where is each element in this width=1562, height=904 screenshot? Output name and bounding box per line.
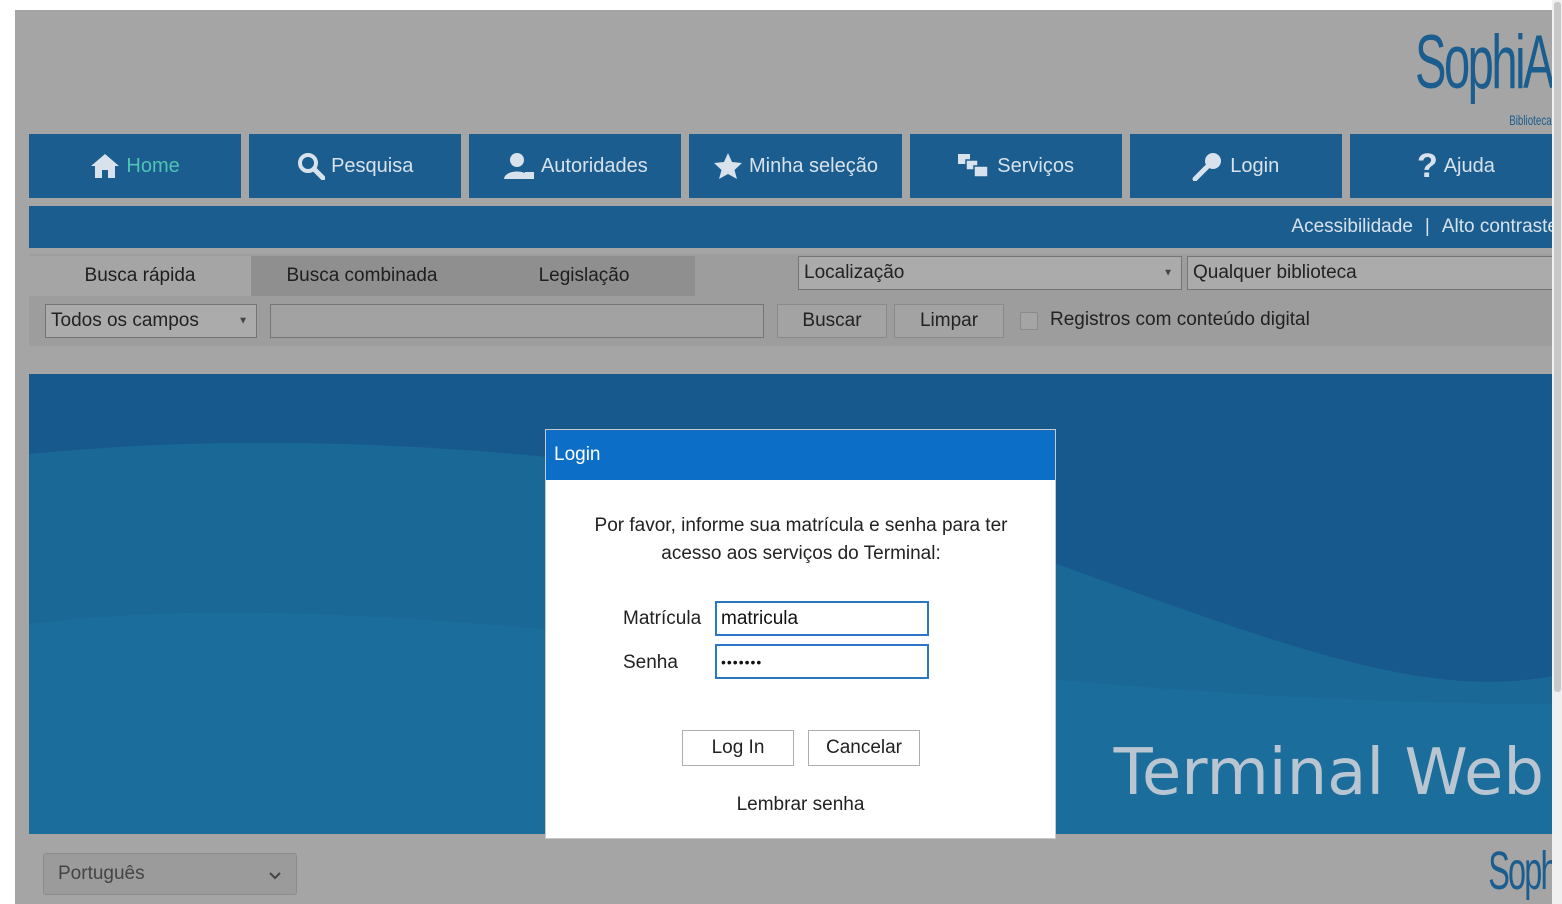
cancel-button[interactable]: Cancelar [808,730,920,766]
tab-legislacao[interactable]: Legislação [473,256,695,296]
dialog-title: Login [546,430,1055,480]
language-select-value: Português [58,863,145,884]
login-button[interactable]: Log In [682,730,794,766]
footer-logo: Sophi [1488,841,1562,901]
language-select[interactable]: Português [43,853,297,895]
star-icon [713,152,743,180]
location-select[interactable]: Localização ▼ [798,256,1182,290]
nav-autoridades[interactable]: Autoridades [469,134,682,198]
nav-minha-selecao-label: Minha seleção [749,154,878,177]
search-panel: Busca rápida Busca combinada Legislação … [29,254,1562,346]
nav-servicos-label: Serviços [997,154,1074,177]
search-input[interactable] [270,304,764,338]
clear-button[interactable]: Limpar [894,304,1004,338]
home-icon [90,153,120,179]
nav-ajuda-label: Ajuda [1443,154,1495,177]
senha-label: Senha [623,652,678,673]
login-dialog: Login Por favor, informe sua matrícula e… [545,429,1056,839]
help-icon: ? [1416,147,1438,185]
digital-content-checkbox[interactable] [1020,312,1038,330]
bar-separator: | [1424,216,1430,237]
logo-subtitle: Biblioteca [1509,112,1552,128]
matricula-input[interactable]: matricula [715,601,929,636]
banner-title: Terminal Web [1113,736,1544,810]
services-icon [957,153,991,179]
nav-minha-selecao[interactable]: Minha seleção [689,134,902,198]
accessibility-bar: Acessibilidade | Alto contraste [29,206,1562,248]
search-icon [297,152,326,180]
person-icon [503,152,535,180]
field-select-value: Todos os campos [51,310,199,331]
dialog-message: Por favor, informe sua matrícula e senha… [594,515,1008,564]
search-tabs: Busca rápida Busca combinada Legislação [29,256,695,296]
caret-down-icon: ▼ [238,315,248,327]
high-contrast-link[interactable]: Alto contraste [1442,216,1558,238]
search-button[interactable]: Buscar [777,304,887,338]
tab-busca-rapida[interactable]: Busca rápida [29,256,251,296]
key-icon [1192,151,1224,181]
nav-login[interactable]: Login [1129,134,1342,198]
page-scrollbar[interactable] [1552,0,1562,904]
nav-home[interactable]: Home [29,134,242,198]
senha-input[interactable]: ••••••• [715,644,929,679]
main-nav: Home Pesquisa Autoridades Minha seleção … [29,134,1562,198]
nav-ajuda[interactable]: ? Ajuda [1349,134,1562,198]
library-select-value: Qualquer biblioteca [1193,262,1357,283]
library-select[interactable]: Qualquer biblioteca [1187,256,1562,290]
sophia-logo: SophiA Biblioteca [1382,18,1555,130]
remember-password-link[interactable]: Lembrar senha [546,794,1055,816]
nav-login-label: Login [1230,154,1280,177]
digital-content-label: Registros com conteúdo digital [1050,309,1310,330]
nav-pesquisa-label: Pesquisa [331,154,414,177]
accessibility-link[interactable]: Acessibilidade [1291,216,1412,238]
nav-pesquisa[interactable]: Pesquisa [249,134,462,198]
location-select-value: Localização [804,262,905,283]
caret-down-icon: ▼ [1163,267,1173,279]
field-select[interactable]: Todos os campos ▼ [45,304,257,338]
nav-home-label: Home [126,154,180,177]
nav-servicos[interactable]: Serviços [909,134,1122,198]
chevron-down-icon [268,866,282,888]
logo-text: SophiA [1414,20,1555,105]
matricula-label: Matrícula [623,608,702,629]
scrollbar-thumb[interactable] [1554,2,1561,692]
tab-busca-combinada[interactable]: Busca combinada [251,256,473,296]
nav-autoridades-label: Autoridades [540,154,648,177]
